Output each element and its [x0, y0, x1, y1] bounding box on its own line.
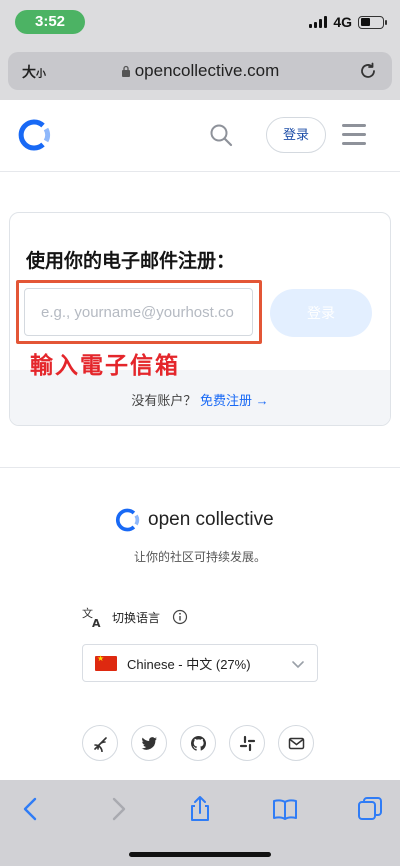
- slack-link[interactable]: [229, 725, 265, 761]
- footer-brand-name: open collective: [148, 509, 274, 530]
- no-account-row: 没有账户？ 免费注册 →: [0, 390, 400, 409]
- login-button[interactable]: 登录: [266, 117, 326, 153]
- annotation-text: 輸入電子信箱: [30, 352, 180, 378]
- mail-icon: [288, 737, 304, 749]
- url-text: opencollective.com: [134, 61, 280, 80]
- email-submit-button[interactable]: 登录: [270, 289, 372, 337]
- home-indicator: [129, 852, 271, 857]
- social-links: [82, 725, 314, 761]
- footer-logo[interactable]: open collective: [114, 506, 274, 534]
- footer-divider: [0, 467, 400, 468]
- annotation-highlight-box: [16, 280, 262, 344]
- url-display[interactable]: opencollective.com: [8, 61, 392, 81]
- chevron-down-icon: [292, 661, 304, 669]
- bookmarks-icon[interactable]: [271, 795, 299, 823]
- battery-icon: [358, 15, 387, 29]
- site-header: [0, 100, 400, 172]
- opencollective-logo-icon: [115, 508, 140, 532]
- translate-icon: 文 A: [82, 606, 101, 628]
- tabs-icon[interactable]: [356, 795, 384, 823]
- language-selected-value: Chinese - 中文 (27%): [127, 656, 251, 672]
- signup-title: 使用你的电子邮件注册：: [26, 251, 236, 272]
- opencollective-logo-icon[interactable]: [16, 116, 54, 154]
- slack-icon: [239, 735, 255, 751]
- blog-link[interactable]: [82, 725, 118, 761]
- language-select[interactable]: Chinese - 中文 (27%): [82, 644, 318, 682]
- share-icon[interactable]: [186, 795, 214, 823]
- address-bar[interactable]: 大小 opencollective.com: [8, 52, 392, 90]
- search-icon[interactable]: [209, 123, 233, 147]
- github-icon: [190, 735, 206, 751]
- back-icon[interactable]: [17, 795, 45, 823]
- network-label: 4G: [333, 14, 352, 30]
- language-switcher-label-row: 文 A 切换语言: [82, 606, 188, 628]
- forward-icon[interactable]: [104, 795, 132, 823]
- blog-icon: [93, 736, 107, 752]
- info-icon[interactable]: [172, 609, 188, 625]
- status-time: 3:52: [15, 10, 85, 34]
- status-bar: 3:52 4G: [0, 0, 400, 44]
- language-label: 切换语言: [112, 610, 161, 625]
- reload-icon[interactable]: [358, 61, 378, 81]
- footer-tagline: 让你的社区可持续发展。: [133, 550, 266, 564]
- signal-icon: [309, 16, 328, 28]
- twitter-icon: [141, 736, 157, 750]
- github-link[interactable]: [180, 725, 216, 761]
- china-flag-icon: [95, 654, 117, 671]
- twitter-link[interactable]: [131, 725, 167, 761]
- email-link[interactable]: [278, 725, 314, 761]
- svg-text:A: A: [92, 617, 101, 628]
- lock-icon: [121, 65, 130, 77]
- no-account-text: 没有账户？: [131, 393, 197, 408]
- free-signup-link[interactable]: 免费注册 →: [200, 393, 269, 408]
- status-indicators: 4G: [309, 14, 387, 30]
- menu-icon[interactable]: [342, 124, 366, 146]
